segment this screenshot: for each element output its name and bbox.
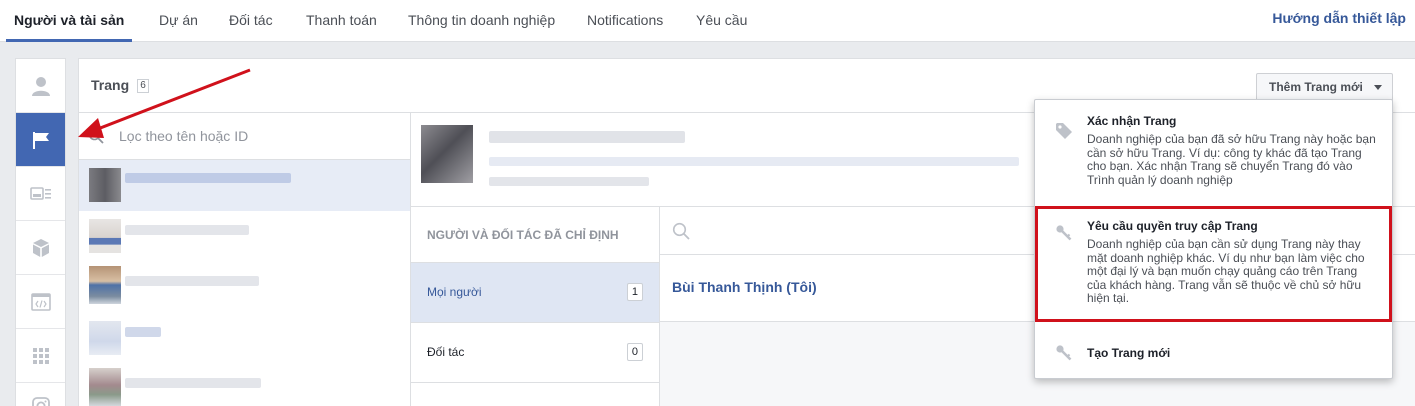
assigned-header: NGƯỜI VÀ ĐỐI TÁC ĐÃ CHỈ ĐỊNH [411, 207, 659, 263]
rail-item-ad-accounts[interactable] [16, 167, 65, 221]
list-item[interactable] [79, 364, 410, 406]
rail-item-catalogs[interactable] [16, 221, 65, 275]
tab-partners-assigned[interactable]: Đối tác 0 [411, 323, 659, 383]
person-icon [31, 76, 50, 96]
annotation-highlight-box [1035, 206, 1392, 322]
page-id-blurred [489, 177, 649, 186]
add-new-page-label: Thêm Trang mới [1269, 80, 1363, 94]
tab-payments[interactable]: Thanh toán [306, 0, 377, 42]
rail-item-instagram[interactable] [16, 383, 65, 406]
menu-item-create-new-page[interactable]: Tạo Trang mới [1035, 322, 1392, 378]
flag-icon [32, 131, 49, 149]
tab-notifications[interactable]: Notifications [587, 0, 663, 42]
rail-item-pages[interactable] [16, 113, 65, 167]
caret-down-icon [1374, 85, 1382, 90]
tab-business-info[interactable]: Thông tin doanh nghiệp [408, 0, 555, 42]
tab-people-and-assets[interactable]: Người và tài sản [6, 0, 133, 42]
page-avatar [89, 168, 121, 202]
list-item[interactable] [79, 262, 410, 313]
page-avatar [89, 368, 121, 406]
everyone-count-badge: 1 [626, 283, 643, 301]
rail-item-apps[interactable] [16, 275, 65, 329]
pages-list [79, 113, 411, 406]
key-icon [1055, 344, 1073, 365]
tab-projects[interactable]: Dự án [159, 0, 198, 42]
tab-requests[interactable]: Yêu cầu [696, 0, 747, 42]
menu-item-description: Doanh nghiệp của bạn đã sở hữu Trang này… [1087, 132, 1376, 187]
list-item[interactable] [79, 211, 410, 262]
tab-everyone[interactable]: Mọi người 1 [411, 263, 659, 323]
app-code-icon [30, 292, 51, 311]
page-name-blurred [125, 276, 259, 286]
page-cover-image [421, 125, 473, 183]
tab-partners[interactable]: Đối tác [229, 0, 273, 42]
partners-count-badge: 0 [626, 343, 643, 361]
page-name-blurred [489, 131, 685, 143]
page-name-blurred [125, 173, 291, 183]
assignment-nav: NGƯỜI VÀ ĐỐI TÁC ĐÃ CHỈ ĐỊNH Mọi người 1… [411, 207, 660, 406]
rail-item-people[interactable] [16, 59, 65, 113]
page-name-blurred [125, 378, 261, 388]
page-info-blurred [489, 157, 1019, 166]
list-item[interactable] [79, 313, 410, 364]
page-name-blurred [125, 225, 249, 235]
person-name[interactable]: Bùi Thanh Thịnh (Tôi) [672, 279, 817, 295]
instagram-icon [31, 397, 50, 406]
menu-item-title: Xác nhận Trang [1087, 114, 1177, 128]
menu-item-claim-page[interactable]: Xác nhận Trang Doanh nghiệp của bạn đã s… [1035, 100, 1392, 207]
cube-icon [32, 238, 49, 257]
tab-everyone-label: Mọi người [427, 285, 482, 299]
tab-partners-label: Đối tác [427, 345, 465, 359]
grid-icon [32, 347, 49, 364]
page-name-blurred [125, 327, 161, 337]
setup-guide-link[interactable]: Hướng dẫn thiết lập [1272, 0, 1406, 40]
page-avatar [89, 219, 121, 253]
page-avatar [89, 266, 121, 304]
annotation-arrow [78, 68, 251, 138]
menu-item-title: Tạo Trang mới [1087, 346, 1171, 360]
tag-icon [1055, 122, 1073, 143]
page-avatar [89, 321, 121, 355]
rail-item-more[interactable] [16, 329, 65, 383]
asset-type-rail [15, 58, 66, 406]
top-navigation: Người và tài sản Dự án Đối tác Thanh toá… [0, 0, 1415, 42]
search-icon [672, 222, 690, 243]
ad-account-icon [29, 186, 51, 200]
list-item[interactable] [79, 160, 410, 211]
add-new-page-button[interactable]: Thêm Trang mới [1256, 73, 1393, 101]
